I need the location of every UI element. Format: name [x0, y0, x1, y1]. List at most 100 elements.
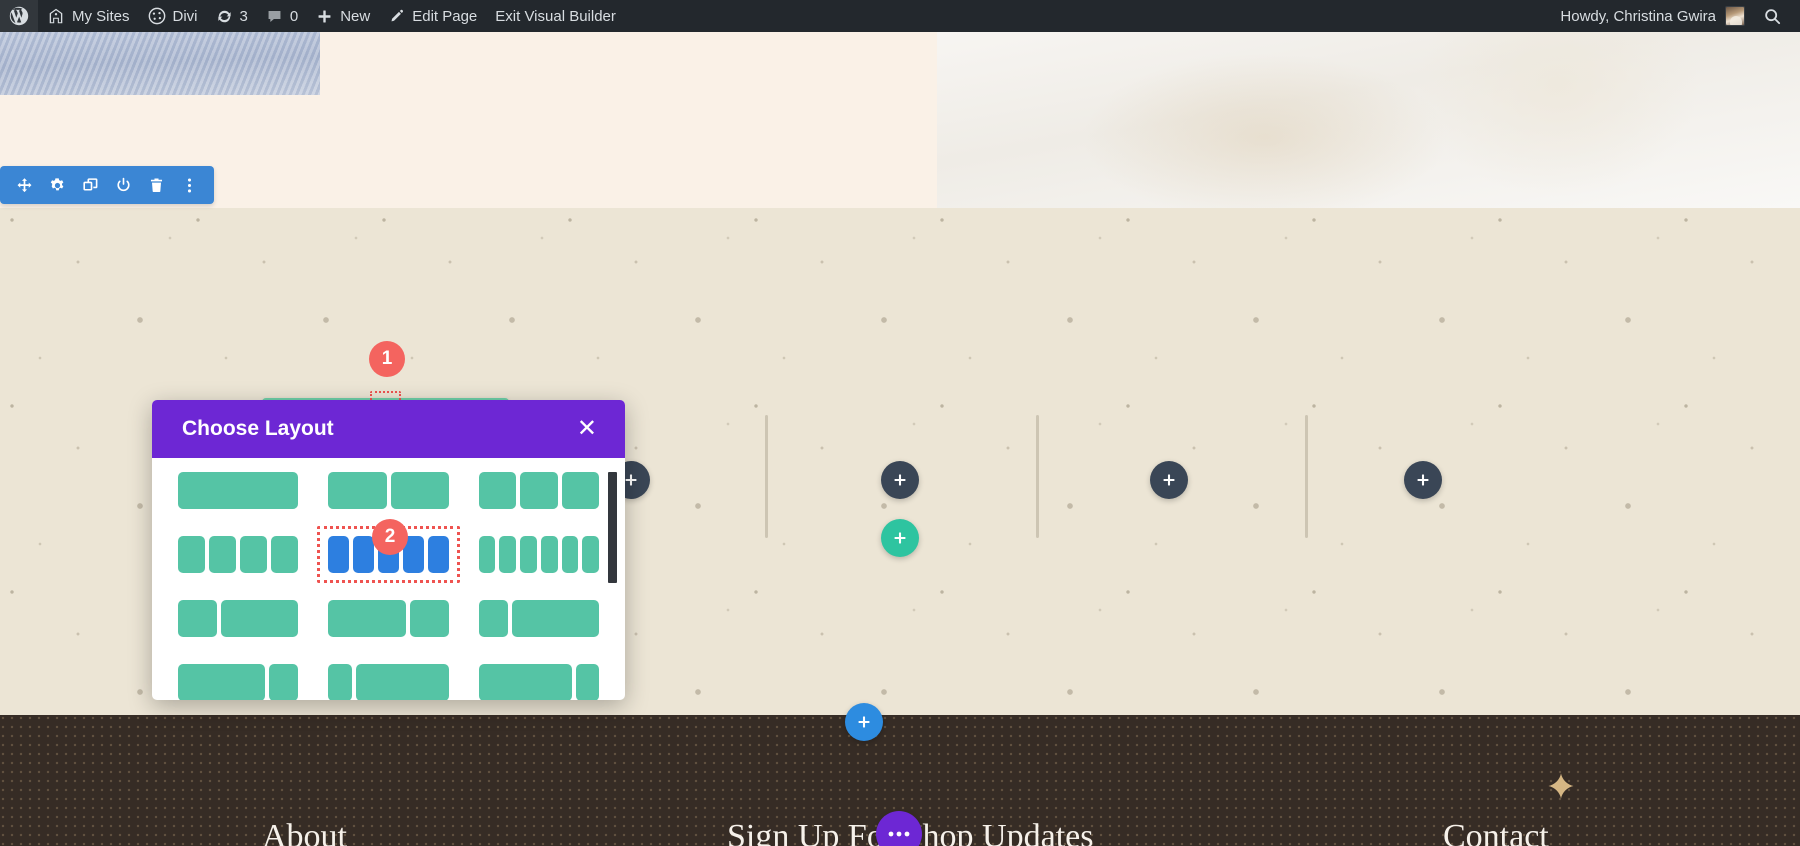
layout-column	[328, 536, 350, 573]
add-row-button[interactable]	[881, 519, 919, 557]
column-divider	[765, 415, 768, 538]
footer-link-contact[interactable]: Contact	[1443, 818, 1549, 846]
layout-column	[178, 536, 206, 573]
layout-column	[178, 472, 299, 509]
layout-column	[478, 600, 508, 637]
adminbar-updates-count: 3	[239, 7, 248, 25]
adminbar-right-group: Howdy, Christina Gwira	[1550, 0, 1800, 32]
adminbar-comments-count: 0	[289, 7, 299, 25]
add-module-button-4[interactable]	[1404, 461, 1442, 499]
adminbar-exit-visual-builder[interactable]: Exit Visual Builder	[486, 0, 625, 32]
layout-column	[582, 536, 599, 573]
layout-column	[575, 664, 599, 700]
search-icon	[1763, 7, 1782, 26]
disable-icon[interactable]	[107, 166, 140, 204]
layout-column	[328, 600, 406, 637]
adminbar-updates[interactable]: 3	[207, 0, 257, 32]
more-options-icon[interactable]	[173, 166, 206, 204]
layout-option-1-5-4-5[interactable]	[328, 664, 449, 700]
layout-column	[328, 664, 352, 700]
layout-option-3-col-equal[interactable]	[478, 472, 600, 509]
layout-option-2-3-1-3[interactable]	[328, 600, 449, 637]
divi-icon	[148, 7, 166, 25]
layout-column	[520, 536, 537, 573]
layout-column	[178, 664, 266, 700]
adminbar-new[interactable]: New	[307, 0, 379, 32]
layout-column	[499, 536, 517, 573]
layout-column	[561, 472, 600, 509]
multisite-icon	[47, 7, 65, 25]
adminbar-my-sites[interactable]: My Sites	[38, 0, 139, 32]
pencil-icon	[388, 8, 405, 25]
add-module-button-3[interactable]	[1150, 461, 1188, 499]
footer-link-about[interactable]: About	[262, 818, 347, 846]
plus-icon	[892, 472, 908, 488]
duplicate-icon[interactable]	[74, 166, 107, 204]
adminbar-new-label: New	[340, 7, 371, 25]
plus-icon	[316, 8, 333, 25]
layout-column	[209, 536, 237, 573]
layout-column	[478, 472, 517, 509]
add-section-button[interactable]	[845, 703, 883, 741]
settings-gear-icon[interactable]	[41, 166, 74, 204]
wp-admin-bar: My Sites Divi 3 0 New Edit Page Exit Vis…	[0, 0, 1800, 32]
adminbar-howdy-label: Howdy, Christina Gwira	[1560, 7, 1716, 25]
layout-column	[478, 664, 572, 700]
layout-column	[561, 536, 579, 573]
move-handle-icon[interactable]	[8, 166, 41, 204]
layout-option-4-5-1-5[interactable]	[478, 664, 599, 700]
plus-icon	[856, 714, 872, 730]
hero-image-left	[0, 32, 320, 95]
adminbar-search-button[interactable]	[1755, 0, 1794, 32]
plus-icon	[1415, 472, 1431, 488]
column-divider	[1305, 415, 1308, 538]
delete-icon[interactable]	[140, 166, 173, 204]
layout-option-6-col-equal[interactable]	[478, 536, 599, 573]
layout-options-grid	[178, 472, 600, 700]
adminbar-wp-logo[interactable]	[0, 0, 38, 32]
layout-column	[178, 600, 217, 637]
step-badge-1: 1	[369, 341, 405, 377]
adminbar-edit-page[interactable]: Edit Page	[379, 0, 486, 32]
layout-column	[540, 536, 558, 573]
modal-header: Choose Layout ✕	[152, 400, 625, 458]
layout-column	[269, 664, 299, 700]
adminbar-account[interactable]: Howdy, Christina Gwira	[1550, 0, 1755, 32]
layout-column	[240, 536, 268, 573]
comment-icon	[266, 8, 283, 25]
ellipsis-icon	[887, 830, 911, 838]
layout-column	[427, 536, 449, 573]
layout-option-1-col[interactable]	[178, 472, 299, 509]
adminbar-comments[interactable]: 0	[257, 0, 307, 32]
layout-option-1-4-3-4[interactable]	[478, 600, 600, 637]
layout-column	[271, 536, 299, 573]
layout-column	[328, 472, 387, 509]
layout-column	[390, 472, 449, 509]
wordpress-icon	[9, 6, 29, 26]
adminbar-divi-label: Divi	[172, 7, 198, 25]
update-icon	[216, 8, 233, 25]
hero-section	[0, 32, 1800, 208]
modal-body	[152, 458, 625, 700]
layout-option-2-col-equal[interactable]	[328, 472, 449, 509]
section-toolbar[interactable]	[0, 166, 214, 204]
adminbar-exit-visual-builder-label: Exit Visual Builder	[495, 7, 616, 25]
step-badge-2: 2	[372, 519, 408, 555]
modal-title: Choose Layout	[182, 417, 334, 440]
adminbar-edit-page-label: Edit Page	[412, 7, 478, 25]
layout-option-4-col-equal[interactable]	[178, 536, 299, 573]
layout-column	[220, 600, 299, 637]
layout-option-3-4-1-4[interactable]	[178, 664, 299, 700]
plus-icon	[892, 530, 908, 546]
modal-scrollbar[interactable]	[608, 472, 617, 583]
adminbar-divi[interactable]: Divi	[139, 0, 207, 32]
layout-column	[409, 600, 449, 637]
close-icon[interactable]: ✕	[571, 413, 603, 445]
avatar	[1725, 6, 1745, 26]
layout-column	[478, 536, 496, 573]
layout-column	[355, 664, 449, 700]
hero-image-right	[937, 32, 1800, 208]
layout-option-1-3-2-3[interactable]	[178, 600, 299, 637]
column-divider	[1036, 415, 1039, 538]
add-module-button-2[interactable]	[881, 461, 919, 499]
